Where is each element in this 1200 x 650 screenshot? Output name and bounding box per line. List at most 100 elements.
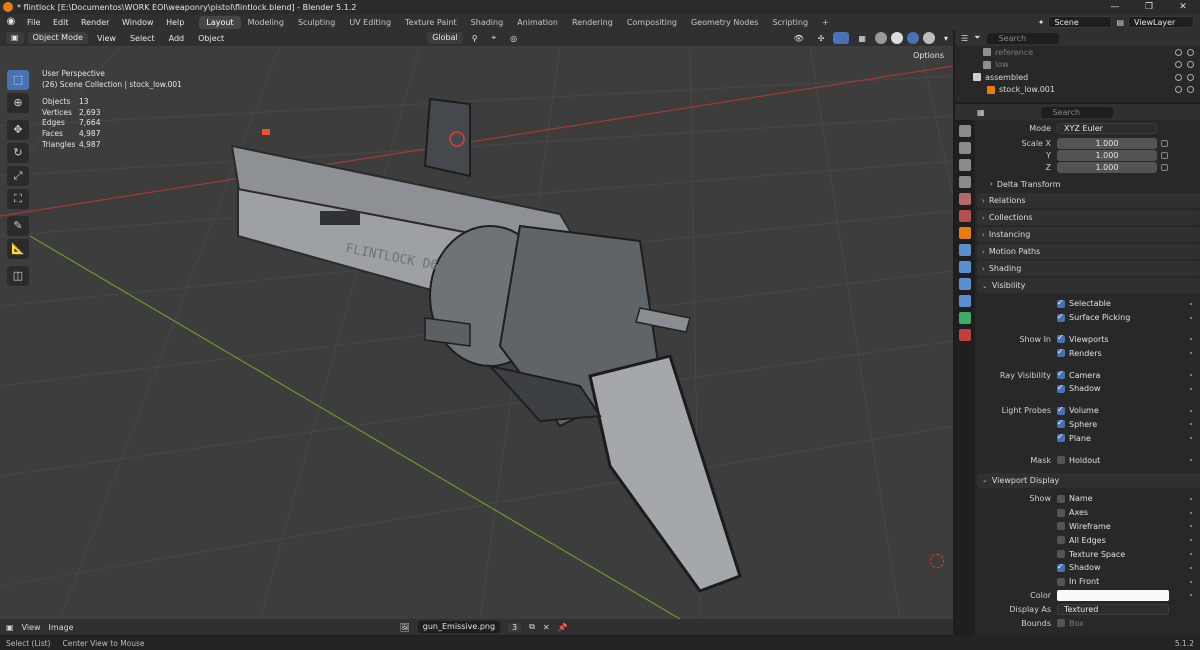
- view-layer-field[interactable]: ViewLayer: [1128, 16, 1194, 28]
- show-axes-checkbox[interactable]: [1057, 508, 1065, 517]
- object-color-swatch[interactable]: [1057, 589, 1169, 601]
- orientation-dropdown[interactable]: Global: [427, 32, 463, 44]
- viewport-display-panel[interactable]: ⌄ Viewport Display: [977, 472, 1200, 488]
- eye-icon[interactable]: [1175, 73, 1182, 81]
- annotate-tool-icon[interactable]: ✎: [7, 216, 29, 236]
- tab-texture-paint[interactable]: Texture Paint: [398, 16, 464, 29]
- eye-icon[interactable]: [1175, 48, 1182, 56]
- image-browse-icon[interactable]: 🖼: [400, 623, 410, 632]
- tab-compositing[interactable]: Compositing: [620, 16, 684, 29]
- menu-select[interactable]: Select: [125, 34, 160, 43]
- collections-panel[interactable]: › Collections: [977, 210, 1200, 225]
- minimize-button[interactable]: —: [1098, 2, 1132, 12]
- filter-icon[interactable]: ⏷: [974, 33, 980, 43]
- gizmo-icon[interactable]: ✣: [813, 34, 830, 43]
- shading-options-icon[interactable]: ▾: [939, 34, 953, 43]
- show-in-front-checkbox[interactable]: [1057, 577, 1065, 586]
- delta-transform-panel[interactable]: › Delta Transform: [977, 177, 1200, 191]
- menu-render[interactable]: Render: [76, 18, 114, 27]
- tab-layout[interactable]: Layout: [199, 15, 241, 29]
- scene-field[interactable]: Scene: [1048, 16, 1113, 28]
- scale-z-field[interactable]: 1.000: [1057, 161, 1157, 173]
- scale-tool-icon[interactable]: ⤢: [7, 166, 29, 186]
- cursor-tool-icon[interactable]: ⊕: [7, 93, 29, 113]
- render-tab-icon[interactable]: [959, 142, 971, 154]
- holdout-checkbox[interactable]: [1057, 456, 1065, 465]
- sphere-checkbox[interactable]: [1057, 418, 1065, 429]
- camera-icon[interactable]: [1187, 73, 1194, 81]
- snap-icon[interactable]: ⌖: [487, 33, 502, 43]
- tab-modeling[interactable]: Modeling: [241, 16, 291, 29]
- tab-scripting[interactable]: Scripting: [765, 16, 815, 29]
- show-name-checkbox[interactable]: [1057, 494, 1065, 503]
- show-wireframe-checkbox[interactable]: [1057, 522, 1065, 531]
- constraints-tab-icon[interactable]: [959, 295, 971, 307]
- wireframe-shading-icon[interactable]: [874, 32, 887, 44]
- surface-picking-checkbox[interactable]: [1057, 312, 1065, 322]
- shadow-ray-checkbox[interactable]: [1057, 383, 1065, 393]
- plane-checkbox[interactable]: [1057, 432, 1065, 443]
- output-tab-icon[interactable]: [959, 159, 971, 171]
- blender-menu-icon[interactable]: ◉: [4, 16, 18, 28]
- rotation-mode-dropdown[interactable]: XYZ Euler: [1057, 122, 1157, 134]
- menu-edit[interactable]: Edit: [48, 18, 74, 27]
- shading-panel[interactable]: › Shading: [977, 261, 1200, 276]
- menu-file[interactable]: File: [22, 18, 45, 27]
- eye-icon[interactable]: [1175, 61, 1182, 69]
- modifier-tab-icon[interactable]: [959, 244, 971, 256]
- world-tab-icon[interactable]: [959, 210, 971, 222]
- add-cube-tool-icon[interactable]: ◫: [7, 266, 29, 286]
- instancing-panel[interactable]: › Instancing: [977, 227, 1200, 242]
- menu-image[interactable]: Image: [49, 623, 74, 632]
- rotate-tool-icon[interactable]: ↻: [7, 143, 29, 163]
- selectable-checkbox[interactable]: [1057, 298, 1065, 308]
- physics-tab-icon[interactable]: [959, 278, 971, 290]
- editor-type-icon[interactable]: ▣: [6, 623, 14, 632]
- close-button[interactable]: ✕: [1166, 2, 1200, 12]
- lock-icon[interactable]: [1161, 139, 1168, 147]
- select-tool-icon[interactable]: ⬚: [7, 70, 29, 90]
- lock-icon[interactable]: [1161, 163, 1168, 171]
- properties-editor-icon[interactable]: ▦: [977, 108, 985, 117]
- data-tab-icon[interactable]: [959, 312, 971, 324]
- viewports-checkbox[interactable]: [1057, 333, 1065, 344]
- outliner-item-reference[interactable]: reference: [955, 46, 1200, 59]
- menu-help[interactable]: Help: [161, 18, 189, 27]
- 3d-cursor-icon[interactable]: [930, 554, 944, 568]
- menu-window[interactable]: Window: [117, 18, 159, 27]
- visibility-icon[interactable]: 👁: [789, 34, 809, 43]
- camera-icon[interactable]: [1187, 61, 1194, 69]
- scale-x-field[interactable]: 1.000: [1057, 137, 1157, 149]
- object-mode-dropdown[interactable]: Object Mode: [27, 32, 88, 44]
- xray-icon[interactable]: ▦: [853, 34, 871, 43]
- particles-tab-icon[interactable]: [959, 261, 971, 273]
- tab-rendering[interactable]: Rendering: [565, 16, 620, 29]
- outliner-editor-icon[interactable]: ☰: [961, 34, 968, 43]
- tool-tab-icon[interactable]: [959, 125, 971, 137]
- scale-y-field[interactable]: 1.000: [1057, 149, 1157, 161]
- add-workspace-icon[interactable]: +: [815, 16, 836, 29]
- rendered-shading-icon[interactable]: [922, 32, 935, 44]
- outliner-search-input[interactable]: Search: [986, 32, 1059, 44]
- measure-tool-icon[interactable]: 📐: [7, 239, 29, 259]
- motion-paths-panel[interactable]: › Motion Paths: [977, 244, 1200, 259]
- menu-view[interactable]: View: [92, 34, 121, 43]
- object-tab-icon[interactable]: [959, 227, 971, 239]
- image-users-count[interactable]: 3: [508, 622, 522, 632]
- renders-checkbox[interactable]: [1057, 347, 1065, 358]
- material-shading-icon[interactable]: [906, 32, 919, 44]
- pivot-icon[interactable]: ⚲: [467, 34, 483, 43]
- display-as-dropdown[interactable]: Textured: [1057, 603, 1169, 615]
- editor-type-icon[interactable]: ▣: [6, 32, 24, 44]
- options-dropdown[interactable]: Options: [908, 50, 949, 61]
- volume-checkbox[interactable]: [1057, 405, 1065, 415]
- outliner-item-low[interactable]: low: [955, 59, 1200, 72]
- outliner-item-assembled[interactable]: assembled: [955, 71, 1200, 84]
- tab-animation[interactable]: Animation: [510, 16, 565, 29]
- menu-object[interactable]: Object: [193, 34, 229, 43]
- bounds-checkbox[interactable]: [1057, 619, 1065, 628]
- 3d-viewport[interactable]: FLINTLOCK D636 User Perspective (26) Sce…: [0, 46, 953, 619]
- tab-sculpting[interactable]: Sculpting: [291, 16, 342, 29]
- tab-uv-editing[interactable]: UV Editing: [342, 16, 398, 29]
- unlink-image-icon[interactable]: ✕: [543, 623, 550, 632]
